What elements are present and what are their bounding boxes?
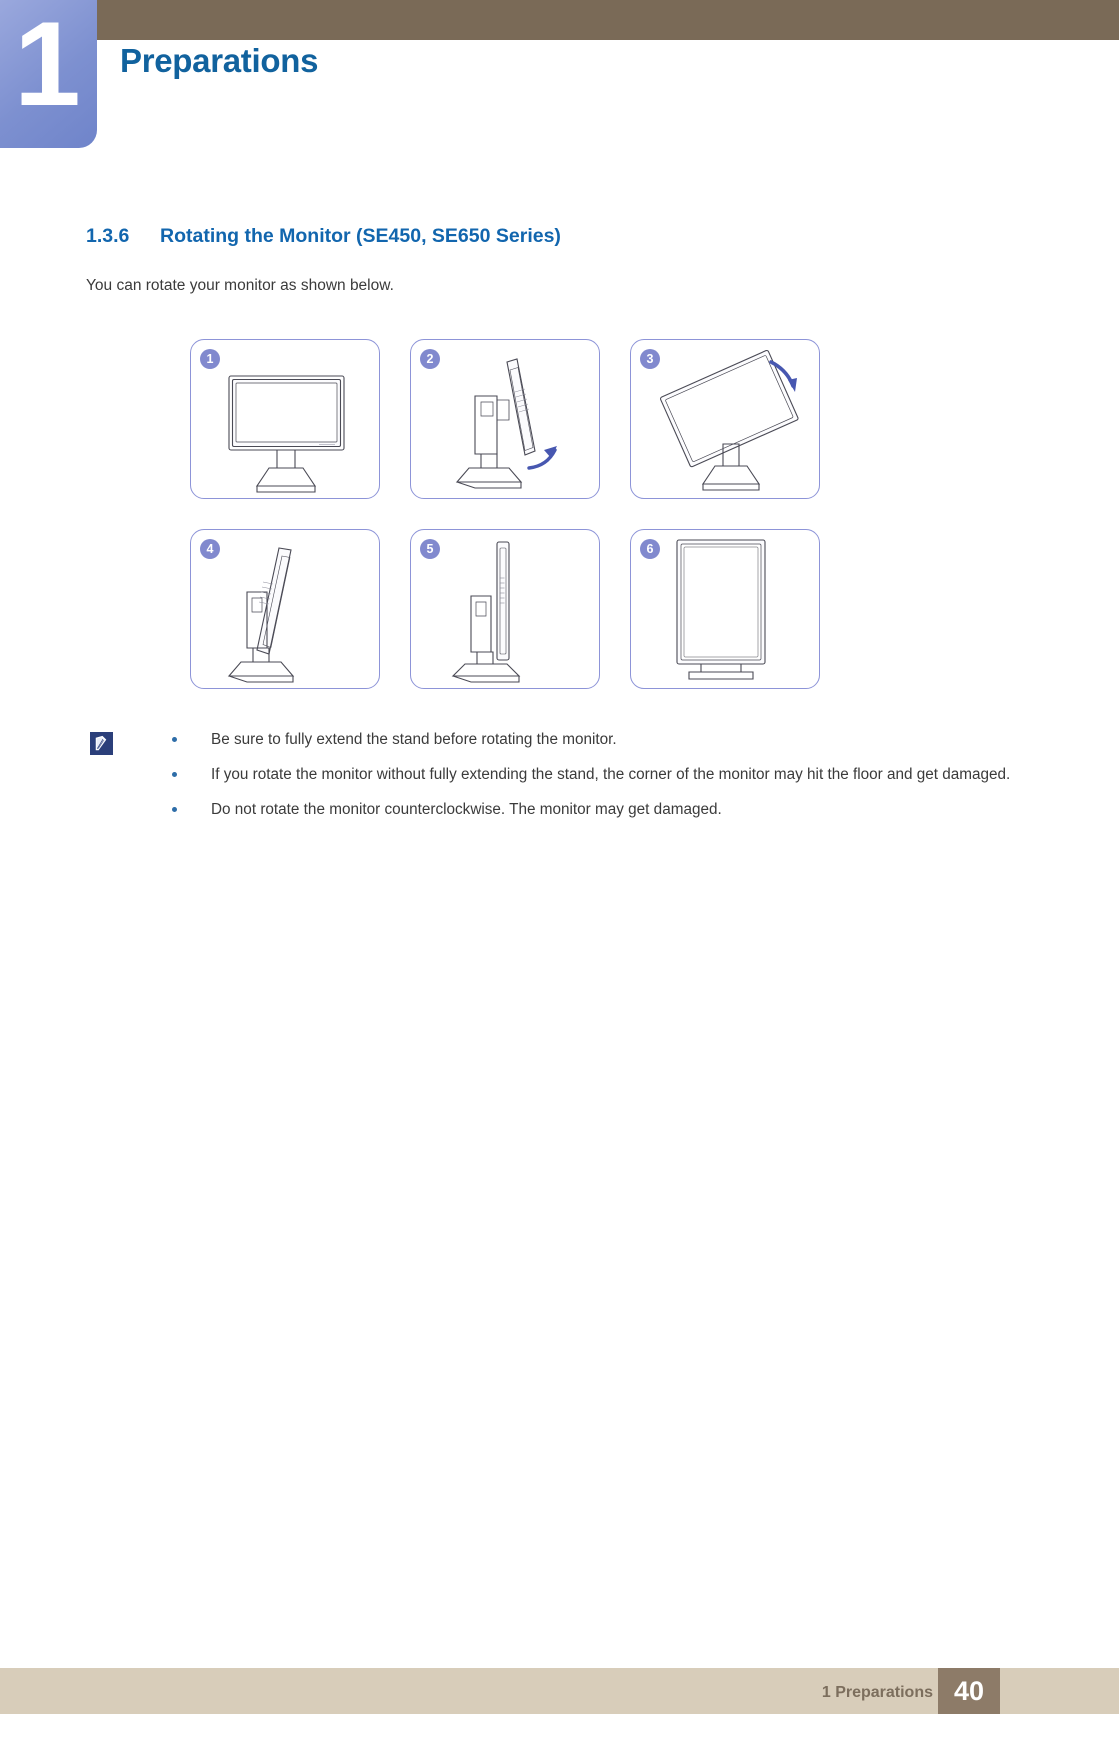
bullet-dot-icon xyxy=(172,772,177,777)
monitor-front-portrait-icon xyxy=(676,539,766,680)
note-block: Be sure to fully extend the stand before… xyxy=(86,728,1046,833)
note-bullet-item: Be sure to fully extend the stand before… xyxy=(172,728,1022,752)
panel-badge-6: 6 xyxy=(640,539,660,559)
bullet-dot-icon xyxy=(172,807,177,812)
illustration-panel-1: 1 xyxy=(190,339,380,499)
chapter-tab: 1 xyxy=(0,0,97,148)
monitor-side-tilt-arrow-icon xyxy=(455,358,557,489)
section-heading: 1.3.6 Rotating the Monitor (SE450, SE650 … xyxy=(86,225,561,248)
panel-badge-5: 5 xyxy=(420,539,440,559)
monitor-rotating-arrow-icon xyxy=(660,349,799,491)
illustration-panel-2: 2 xyxy=(410,339,600,499)
illustration-panel-6: 6 xyxy=(630,529,820,689)
illustration-panel-5: 5 xyxy=(410,529,600,689)
header-band xyxy=(0,0,1119,40)
illustration-row: 1 2 3 xyxy=(190,339,830,499)
section-title: Rotating the Monitor (SE450, SE650 Serie… xyxy=(160,225,561,247)
note-bullet-list: Be sure to fully extend the stand before… xyxy=(172,728,1022,822)
footer-page-number: 40 xyxy=(938,1668,1000,1714)
illustration-panel-4: 4 xyxy=(190,529,380,689)
panel-badge-3: 3 xyxy=(640,349,660,369)
monitor-front-landscape-icon xyxy=(228,375,345,493)
page-title: Preparations xyxy=(120,42,319,79)
footer-chapter-label: 1 Preparations xyxy=(821,1684,933,1701)
note-bullet-text: If you rotate the monitor without fully … xyxy=(211,766,1011,783)
panel-badge-4: 4 xyxy=(200,539,220,559)
bullet-dot-icon xyxy=(172,737,177,742)
chapter-number: 1 xyxy=(14,0,81,131)
panel-badge-2: 2 xyxy=(420,349,440,369)
section-number: 1.3.6 xyxy=(86,225,130,247)
monitor-side-rotated-icon xyxy=(227,547,295,683)
note-pencil-icon xyxy=(90,732,113,755)
note-bullet-text: Do not rotate the monitor counterclockwi… xyxy=(211,801,722,818)
note-bullet-item: If you rotate the monitor without fully … xyxy=(172,763,1022,787)
note-bullet-item: Do not rotate the monitor counterclockwi… xyxy=(172,798,1022,822)
illustration-row: 4 5 6 xyxy=(190,529,830,689)
monitor-side-portrait-icon xyxy=(451,541,521,683)
illustration-grid: 1 2 3 4 5 6 xyxy=(190,339,830,689)
illustration-panel-3: 3 xyxy=(630,339,820,499)
note-bullet-text: Be sure to fully extend the stand before… xyxy=(211,731,617,748)
panel-badge-1: 1 xyxy=(200,349,220,369)
intro-paragraph: You can rotate your monitor as shown bel… xyxy=(86,277,394,294)
